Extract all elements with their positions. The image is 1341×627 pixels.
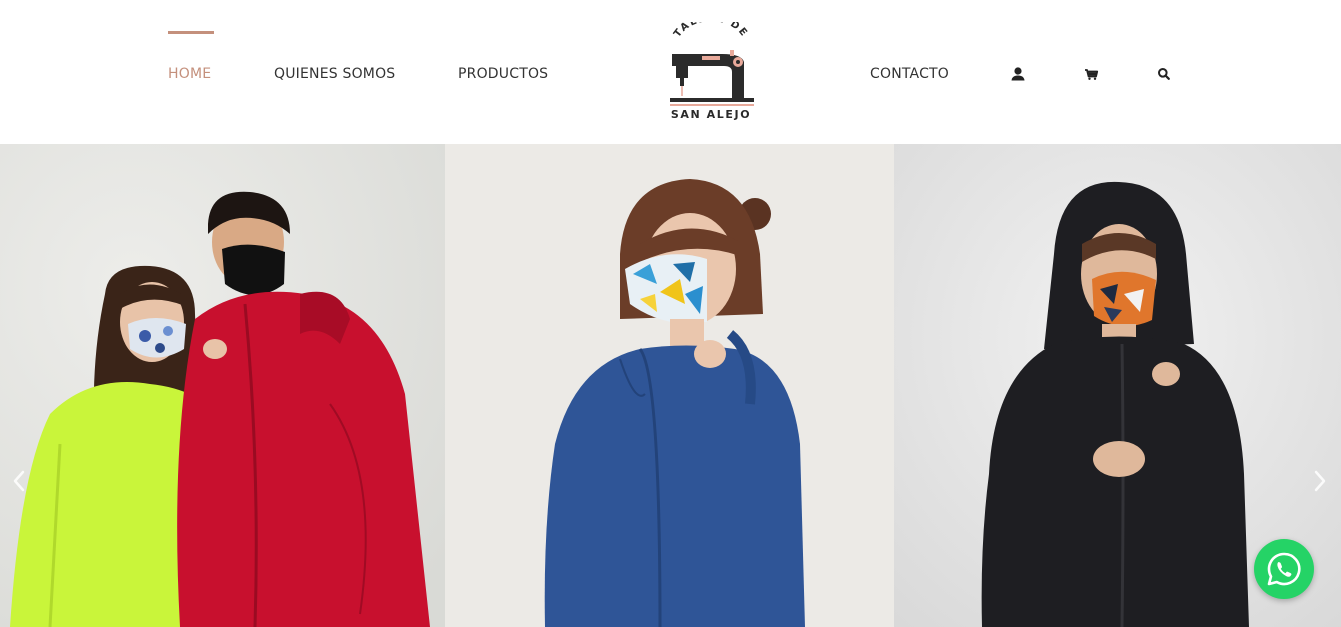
chevron-right-icon bbox=[1314, 470, 1326, 492]
chevron-left-icon bbox=[13, 470, 25, 492]
user-icon[interactable] bbox=[1008, 64, 1028, 84]
whatsapp-button[interactable] bbox=[1254, 539, 1314, 599]
slide-blue-jacket bbox=[445, 144, 894, 627]
logo-text-top: TALLER DE bbox=[672, 22, 748, 40]
slide-couple-jackets bbox=[0, 144, 445, 627]
nav-active-indicator bbox=[168, 31, 214, 34]
whatsapp-icon bbox=[1267, 552, 1301, 586]
sewing-machine-logo-icon: TALLER DE bbox=[670, 22, 754, 106]
nav-productos[interactable]: PRODUCTOS bbox=[458, 64, 548, 84]
search-icon[interactable] bbox=[1154, 64, 1174, 84]
slider-prev-button[interactable] bbox=[7, 466, 31, 496]
site-logo[interactable]: TALLER DE SAN ALEJO bbox=[662, 22, 760, 124]
nav-home[interactable]: HOME bbox=[168, 64, 211, 84]
hero-slider bbox=[0, 144, 1341, 627]
nav-contacto[interactable]: CONTACTO bbox=[870, 64, 949, 84]
svg-text:TALLER DE: TALLER DE bbox=[672, 22, 750, 40]
site-header: HOME QUIENES SOMOS PRODUCTOS TALLER DE bbox=[0, 0, 1341, 144]
slider-next-button[interactable] bbox=[1308, 466, 1332, 496]
nav-quienes-somos[interactable]: QUIENES SOMOS bbox=[274, 64, 395, 84]
logo-text-bottom: SAN ALEJO bbox=[670, 108, 752, 121]
cart-icon[interactable] bbox=[1081, 64, 1101, 84]
